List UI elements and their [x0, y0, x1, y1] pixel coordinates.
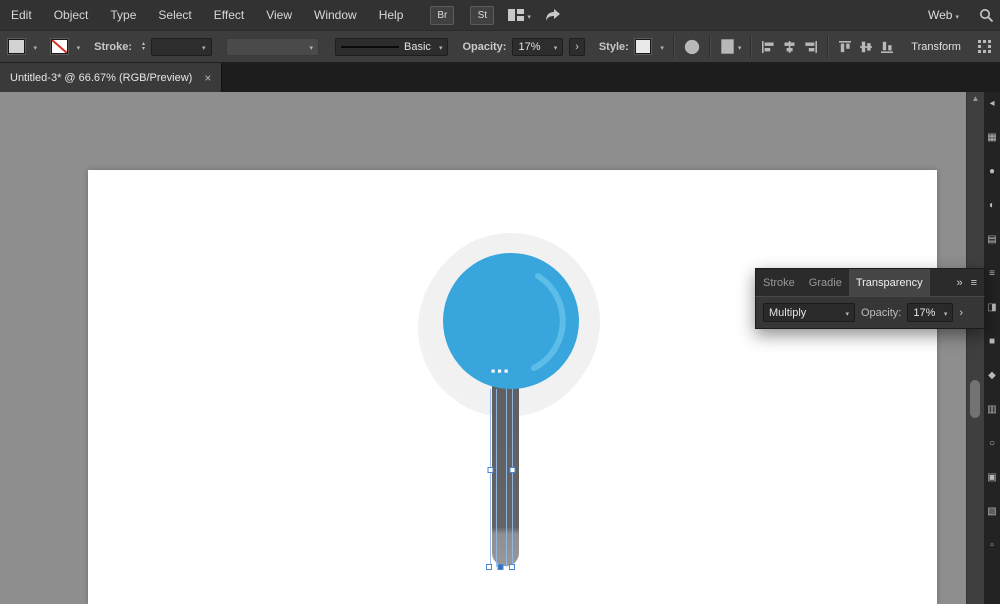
- panel-opacity-label: Opacity:: [861, 306, 902, 319]
- workspace-label: Web: [928, 8, 953, 22]
- chevron-down-icon: [955, 8, 959, 22]
- menu-type[interactable]: Type: [99, 8, 147, 22]
- stroke-style-select[interactable]: Basic: [335, 37, 449, 56]
- panel-dock-icon[interactable]: [989, 200, 995, 212]
- panel-dock-icon[interactable]: [989, 166, 995, 178]
- chevron-down-icon: [439, 41, 443, 53]
- tab-stroke[interactable]: Stroke: [756, 269, 802, 296]
- control-bar: Stroke: ▴▾ Basic Opacity: 17% › Style:: [0, 30, 1000, 63]
- menu-window[interactable]: Window: [303, 8, 368, 22]
- recolor-artwork-icon[interactable]: [684, 39, 700, 55]
- menu-bar: Edit Object Type Select Effect View Wind…: [0, 0, 1000, 30]
- document-tab[interactable]: Untitled-3* @ 66.67% (RGB/Preview) ×: [0, 63, 223, 92]
- chevron-down-icon: [738, 41, 742, 53]
- artboard[interactable]: [88, 170, 937, 604]
- chevron-down-icon: [944, 307, 948, 319]
- panel-dock-icon[interactable]: [987, 234, 996, 246]
- document-setup-icon[interactable]: [720, 39, 742, 54]
- blend-mode-select[interactable]: Multiply: [763, 303, 855, 322]
- tab-transparency[interactable]: Transparency: [848, 269, 930, 296]
- menu-select[interactable]: Select: [147, 8, 202, 22]
- share-icon[interactable]: [545, 8, 561, 22]
- canvas-area[interactable]: ▲ Stroke Gradie Transparency: [0, 92, 1000, 604]
- search-icon[interactable]: [979, 8, 994, 23]
- bridge-icon[interactable]: Br: [430, 5, 455, 25]
- stock-icon[interactable]: St: [470, 5, 495, 25]
- panel-menu-icon[interactable]: ≡: [971, 277, 977, 289]
- stroke-weight-select[interactable]: [151, 37, 212, 56]
- workspace-switcher[interactable]: Web: [922, 6, 965, 24]
- stroke-label: Stroke:: [94, 40, 133, 53]
- align-bottom-icon[interactable]: [880, 40, 895, 54]
- chevron-down-icon: [554, 41, 558, 53]
- scroll-up-icon[interactable]: ▲: [967, 94, 984, 103]
- menu-object[interactable]: Object: [43, 8, 100, 22]
- menu-edit[interactable]: Edit: [0, 8, 43, 22]
- stroke-style-label: Basic: [404, 40, 431, 53]
- brush-definition-select[interactable]: [225, 37, 320, 56]
- opacity-field[interactable]: 17%: [512, 37, 564, 56]
- chevron-down-icon: [34, 41, 38, 53]
- divider: [750, 35, 753, 58]
- chevron-down-icon: [77, 41, 81, 53]
- opacity-more-button[interactable]: ›: [569, 37, 585, 56]
- panel-dock-icon[interactable]: [987, 506, 996, 518]
- panel-dock-icon[interactable]: [989, 268, 995, 280]
- illustrator-window: Edit Object Type Select Effect View Wind…: [0, 0, 1000, 604]
- scrollbar-thumb[interactable]: [970, 380, 980, 418]
- divider: [672, 35, 675, 58]
- opacity-label: Opacity:: [462, 40, 507, 53]
- panel-more-arrow[interactable]: ›: [959, 307, 963, 319]
- panel-dock-icon[interactable]: [988, 370, 996, 382]
- vertical-scrollbar[interactable]: ▲: [966, 92, 984, 604]
- panel-expand-icon[interactable]: »: [956, 277, 962, 289]
- panel-dock-icon[interactable]: [987, 132, 996, 144]
- document-tab-bar: Untitled-3* @ 66.67% (RGB/Preview) ×: [0, 63, 1000, 92]
- menu-help[interactable]: Help: [368, 8, 415, 22]
- panel-dock-icon[interactable]: [990, 540, 994, 552]
- divider: [827, 35, 830, 58]
- chevron-down-icon: [845, 307, 849, 319]
- panel-dock-icon[interactable]: [989, 98, 994, 110]
- tab-gradient[interactable]: Gradie: [802, 269, 849, 296]
- style-label: Style:: [598, 40, 629, 53]
- document-title: Untitled-3* @ 66.67% (RGB/Preview): [10, 71, 193, 84]
- stroke-none-swatch[interactable]: [51, 39, 68, 54]
- close-icon[interactable]: ×: [204, 71, 211, 85]
- stroke-preview-line: [341, 45, 400, 48]
- panel-dock-icon[interactable]: [987, 404, 996, 416]
- panel-opacity-value: 17%: [913, 306, 936, 319]
- panel-dock-icon[interactable]: [989, 438, 995, 450]
- fill-swatch[interactable]: [8, 39, 25, 54]
- panel-dock-icon[interactable]: [987, 302, 996, 314]
- transparency-panel-body: Multiply Opacity: 17% ›: [755, 296, 985, 329]
- panel-dock-icon[interactable]: [987, 472, 996, 484]
- transform-label[interactable]: Transform: [911, 41, 961, 53]
- align-top-icon[interactable]: [838, 40, 853, 54]
- divider: [708, 35, 711, 58]
- panel-dock-icon[interactable]: [989, 336, 995, 348]
- panel-dock: [984, 92, 1000, 604]
- align-left-icon[interactable]: [761, 40, 776, 54]
- graphic-style-swatch[interactable]: [634, 39, 652, 54]
- menu-effect[interactable]: Effect: [203, 8, 255, 22]
- chevron-down-icon: [310, 41, 314, 53]
- panel-opacity-field[interactable]: 17%: [907, 303, 954, 322]
- align-center-vertical-icon[interactable]: [859, 40, 874, 54]
- align-right-icon[interactable]: [803, 40, 818, 54]
- transparency-panel: Stroke Gradie Transparency » ≡ Multiply …: [755, 268, 985, 329]
- chevron-down-icon: [527, 8, 531, 22]
- stroke-weight-stepper[interactable]: ▴ ▾: [142, 41, 145, 52]
- align-center-horizontal-icon[interactable]: [782, 40, 797, 54]
- transform-options-icon[interactable]: [977, 39, 992, 54]
- transparency-panel-header: Stroke Gradie Transparency » ≡: [755, 268, 985, 296]
- chevron-down-icon: [660, 41, 664, 53]
- arrange-documents-icon[interactable]: [508, 8, 531, 22]
- chevron-down-icon: [202, 41, 206, 53]
- opacity-value: 17%: [518, 40, 541, 53]
- blend-mode-value: Multiply: [769, 306, 807, 319]
- menu-view[interactable]: View: [255, 8, 303, 22]
